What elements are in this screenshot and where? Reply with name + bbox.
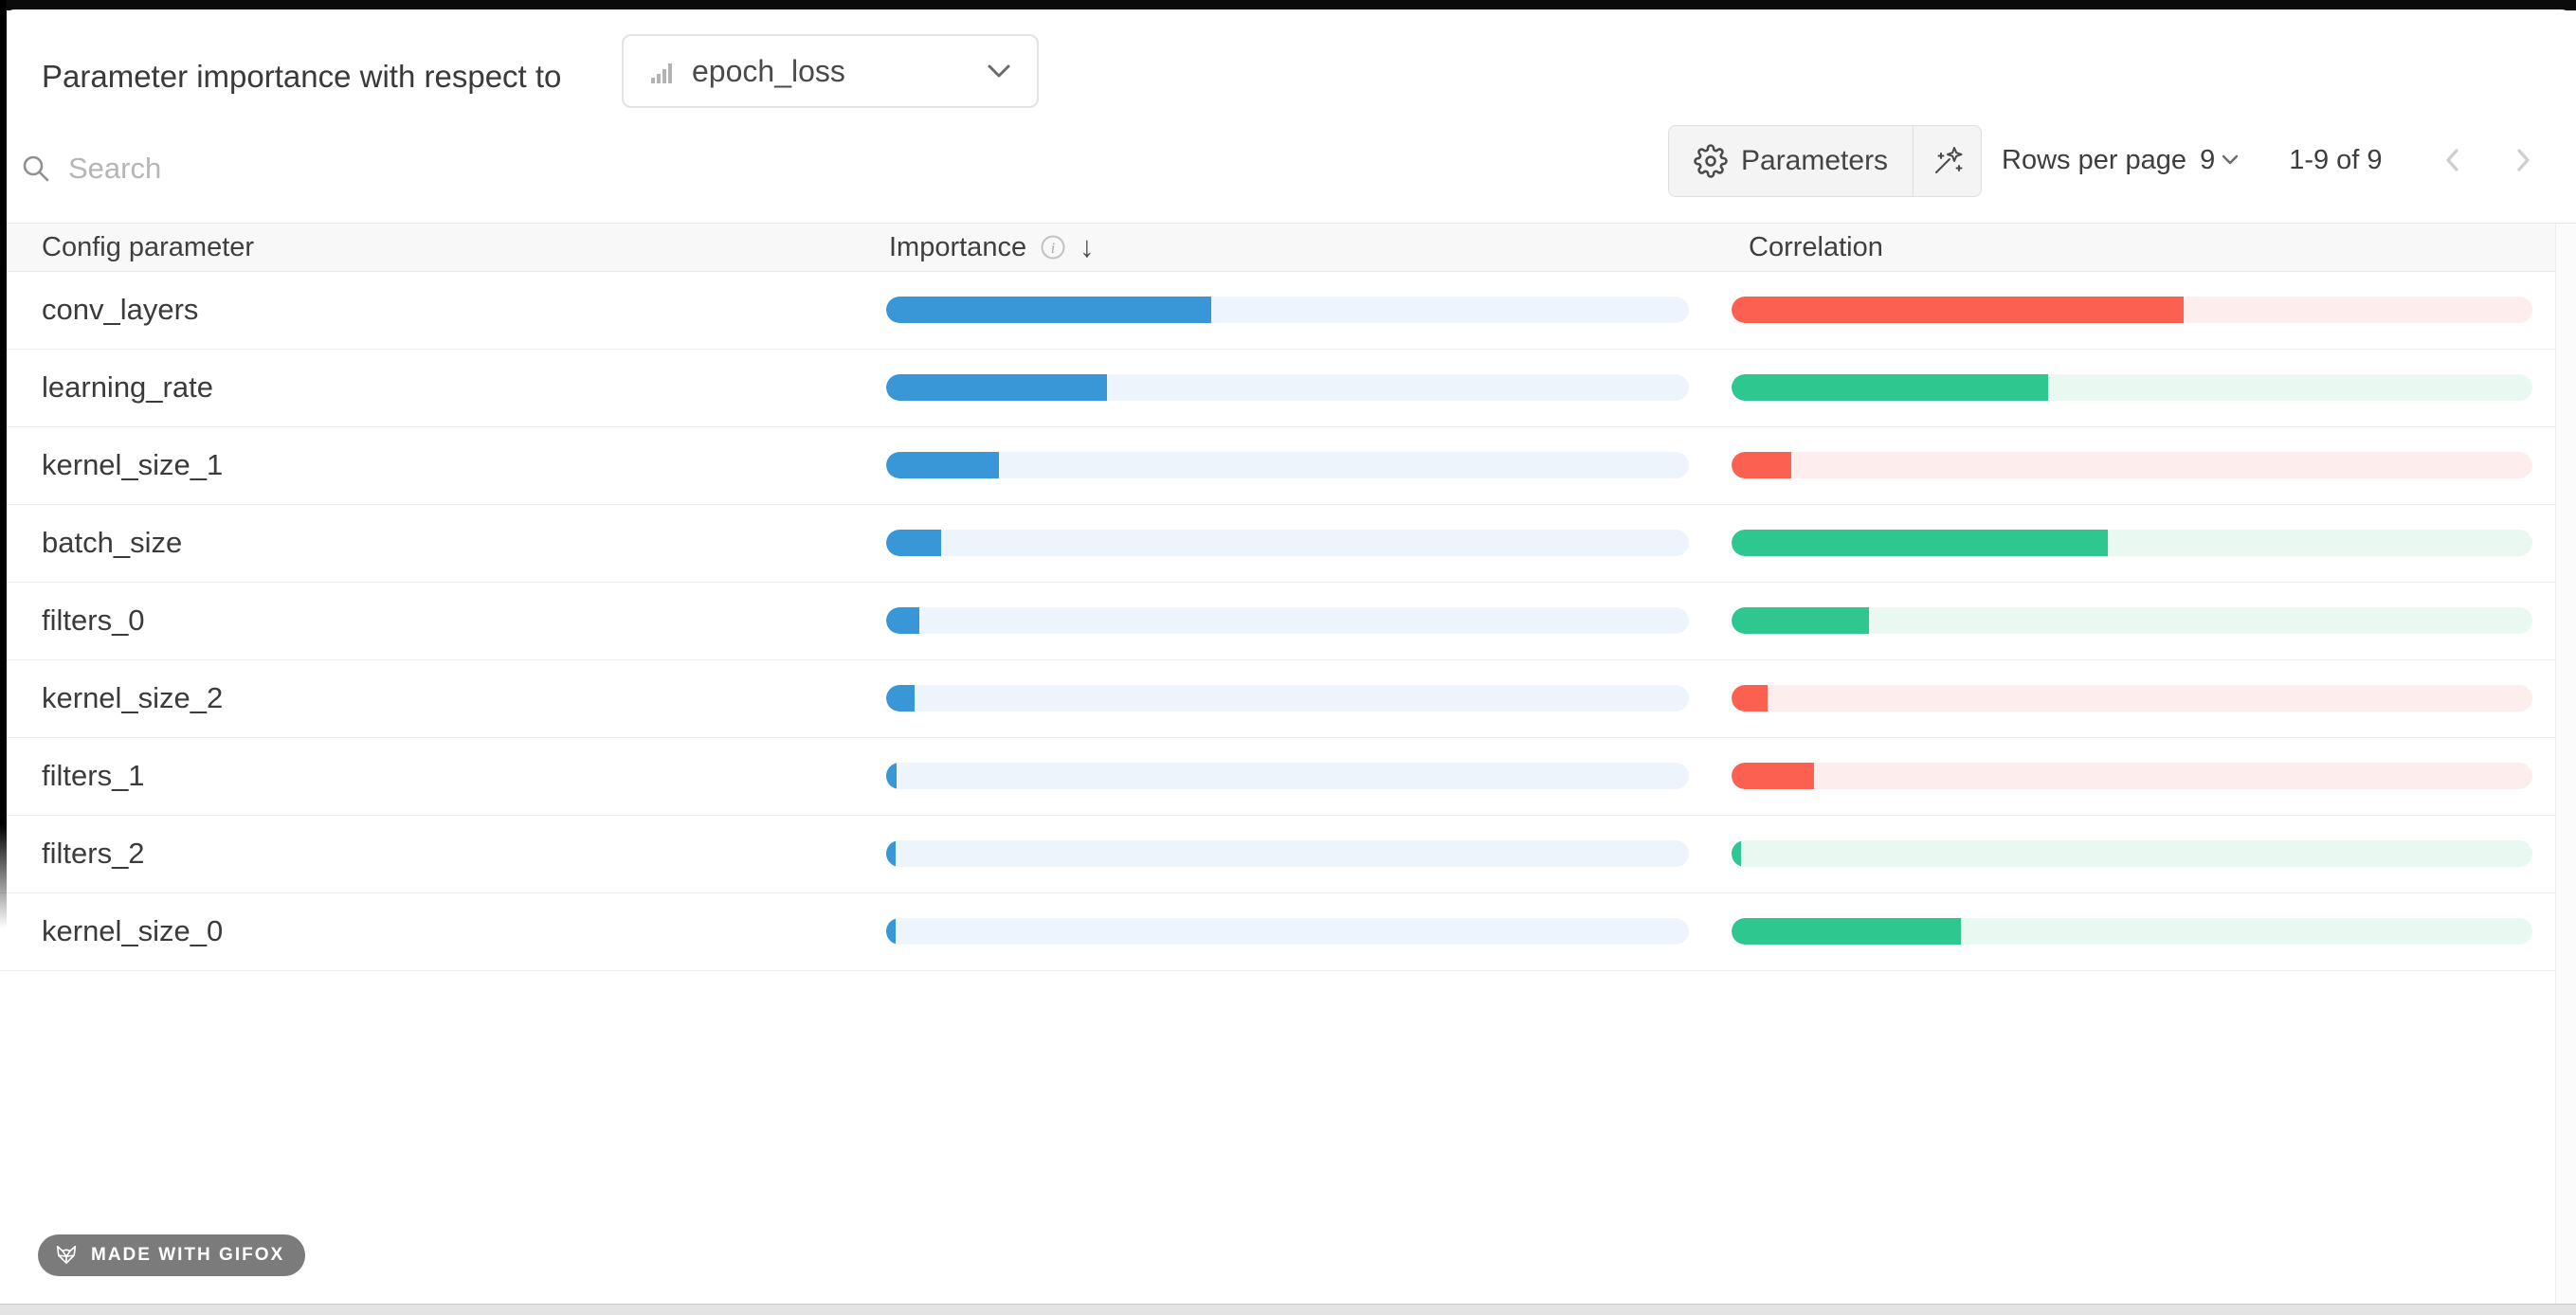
correlation-bar-track: [1732, 685, 2532, 712]
parameter-name: filters_2: [42, 816, 145, 892]
search-box: [21, 138, 601, 199]
window-left-edge: [0, 0, 7, 928]
correlation-bar-fill: [1732, 840, 1741, 867]
correlation-bar-fill: [1732, 918, 1961, 945]
correlation-bar-fill: [1732, 607, 1869, 634]
correlation-bar-track: [1732, 607, 2532, 634]
parameters-button[interactable]: Parameters: [1669, 126, 1913, 196]
importance-bar-track: [886, 530, 1689, 556]
table-row[interactable]: kernel_size_2: [0, 660, 2555, 738]
parameter-name: batch_size: [42, 505, 182, 581]
pagination-bar: Rows per page 9 1-9 of 9: [2002, 125, 2557, 195]
fox-icon: [53, 1242, 80, 1269]
previous-page-button[interactable]: [2440, 144, 2466, 176]
importance-bar-fill: [886, 452, 999, 478]
parameter-importance-panel: Parameter importance with respect to epo…: [0, 9, 2576, 1315]
metric-select[interactable]: epoch_loss: [622, 34, 1039, 108]
importance-bar-fill: [886, 607, 919, 634]
chevron-down-icon: [986, 63, 1012, 80]
table-row[interactable]: learning_rate: [0, 350, 2555, 427]
search-icon: [21, 153, 51, 184]
column-correlation: Correlation: [1749, 224, 1883, 271]
parameter-table-body: conv_layerslearning_ratekernel_size_1bat…: [0, 272, 2555, 971]
correlation-bar-track: [1732, 840, 2532, 867]
correlation-bar-track: [1732, 530, 2532, 556]
column-importance[interactable]: Importance i ↓: [889, 224, 1095, 271]
rows-per-page-value: 9: [2200, 145, 2215, 176]
parameters-button-group: Parameters: [1668, 125, 1982, 197]
table-row[interactable]: filters_2: [0, 816, 2555, 893]
parameter-name: conv_layers: [42, 272, 198, 348]
correlation-bar-fill: [1732, 530, 2108, 556]
correlation-bar-fill: [1732, 763, 1814, 789]
importance-bar-fill: [886, 763, 897, 789]
table-header: Config parameter Importance i ↓ Correlat…: [0, 223, 2576, 272]
correlation-bar-track: [1732, 918, 2532, 945]
info-icon[interactable]: i: [1040, 234, 1066, 261]
sort-descending-icon[interactable]: ↓: [1079, 224, 1095, 271]
table-row[interactable]: kernel_size_1: [0, 427, 2555, 505]
next-page-button[interactable]: [2510, 144, 2536, 176]
gear-icon: [1694, 144, 1728, 178]
rows-per-page-select[interactable]: 9: [2200, 145, 2240, 176]
importance-bar-track: [886, 297, 1689, 323]
correlation-bar-track: [1732, 763, 2532, 789]
table-row[interactable]: filters_1: [0, 738, 2555, 816]
parameter-name: kernel_size_1: [42, 427, 223, 503]
correlation-bar-track: [1732, 297, 2532, 323]
correlation-bar-track: [1732, 374, 2532, 401]
chevron-left-icon: [2440, 144, 2466, 176]
correlation-bar-fill: [1732, 374, 2048, 401]
importance-bar-track: [886, 374, 1689, 401]
table-row[interactable]: conv_layers: [0, 272, 2555, 350]
importance-bar-fill: [886, 530, 941, 556]
importance-bar-track: [886, 607, 1689, 634]
parameter-name: filters_0: [42, 583, 145, 658]
gifox-badge[interactable]: MADE WITH GIFOX: [38, 1234, 305, 1276]
importance-bar-track: [886, 452, 1689, 478]
scrollbar-gutter[interactable]: [2555, 224, 2576, 1304]
parameter-name: learning_rate: [42, 350, 213, 425]
correlation-bar-fill: [1732, 297, 2184, 323]
importance-bar-track: [886, 840, 1689, 867]
importance-bar-track: [886, 763, 1689, 789]
chevron-right-icon: [2510, 144, 2536, 176]
correlation-bar-track: [1732, 452, 2532, 478]
importance-bar-track: [886, 918, 1689, 945]
importance-bar-fill: [886, 918, 896, 945]
importance-bar-fill: [886, 374, 1107, 401]
magic-wand-icon: [1930, 143, 1966, 179]
parameter-name: filters_1: [42, 738, 145, 814]
correlation-bar-fill: [1732, 452, 1791, 478]
table-row[interactable]: batch_size: [0, 505, 2555, 583]
chevron-down-icon: [2221, 153, 2240, 167]
column-config-parameter: Config parameter: [42, 224, 254, 271]
importance-bar-track: [886, 685, 1689, 712]
importance-bar-fill: [886, 297, 1211, 323]
importance-bar-fill: [886, 840, 896, 867]
panel-title: Parameter importance with respect to: [42, 59, 561, 95]
table-row[interactable]: kernel_size_0: [0, 893, 2555, 971]
bar-chart-icon: [648, 57, 677, 85]
metric-value: epoch_loss: [692, 54, 845, 89]
importance-bar-fill: [886, 685, 915, 712]
rows-per-page-label: Rows per page: [2002, 145, 2186, 176]
page-range: 1-9 of 9: [2289, 145, 2382, 176]
svg-text:i: i: [1051, 241, 1055, 257]
correlation-bar-fill: [1732, 685, 1768, 712]
magic-wand-button[interactable]: [1913, 126, 1981, 196]
window-bottom-edge: [0, 1304, 2576, 1315]
parameters-button-label: Parameters: [1741, 145, 1888, 177]
parameter-name: kernel_size_2: [42, 660, 223, 736]
table-row[interactable]: filters_0: [0, 583, 2555, 660]
parameter-name: kernel_size_0: [42, 893, 223, 969]
gifox-badge-label: MADE WITH GIFOX: [91, 1245, 284, 1266]
search-input[interactable]: [66, 151, 601, 187]
